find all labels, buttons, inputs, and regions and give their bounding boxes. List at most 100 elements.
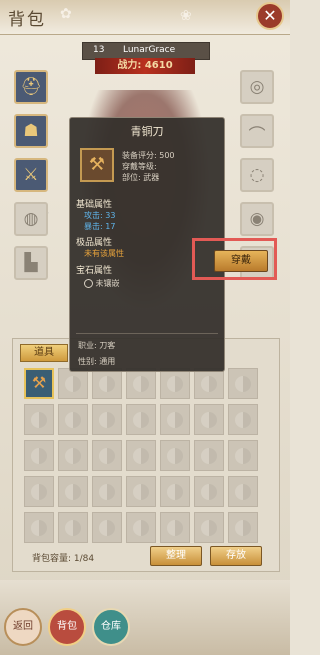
- yin-yang-icon: [65, 412, 81, 428]
- bag-slot-empty[interactable]: [194, 440, 224, 471]
- combat-power: 战力: 4610: [95, 58, 195, 74]
- character-level: 13: [93, 45, 105, 55]
- equip-slot-empty[interactable]: ◍: [14, 202, 48, 236]
- yin-yang-icon: [99, 448, 115, 464]
- tab-items[interactable]: 道具: [20, 344, 68, 362]
- bag-slot-empty[interactable]: [126, 368, 156, 399]
- yin-yang-icon: [201, 376, 217, 392]
- bag-slot-empty[interactable]: [194, 404, 224, 435]
- bag-slot-empty[interactable]: [24, 512, 54, 543]
- bottom-bar: [0, 580, 290, 655]
- gem-socket-icon: [84, 279, 93, 288]
- equip-slot-bracelet[interactable]: ◌: [240, 158, 274, 192]
- yin-yang-icon: [235, 484, 251, 500]
- belt-icon: ◉: [249, 209, 265, 229]
- item-part: 部位: 武器: [122, 173, 160, 182]
- bag-slot-empty[interactable]: [228, 476, 258, 507]
- bag-slot-empty[interactable]: [92, 404, 122, 435]
- bag-capacity: 背包容量: 1/84: [32, 554, 95, 564]
- bag-slot-empty[interactable]: [228, 404, 258, 435]
- bag-slot-empty[interactable]: [24, 440, 54, 471]
- equip-slot-ring[interactable]: ◎: [240, 70, 274, 104]
- premium-none: 未有该属性: [84, 249, 124, 258]
- gem-none: 未镶嵌: [95, 279, 120, 288]
- bag-slot-empty[interactable]: [92, 440, 122, 471]
- bag-slot-empty[interactable]: [160, 476, 190, 507]
- yin-yang-icon: [133, 376, 149, 392]
- gem-slot: 未镶嵌: [84, 278, 120, 289]
- armor-icon: ☗: [23, 121, 39, 141]
- bag-slot-empty[interactable]: [160, 404, 190, 435]
- base-attributes-header: 基础属性: [76, 200, 113, 210]
- bag-slot-empty[interactable]: [58, 476, 88, 507]
- bag-button[interactable]: 背包: [48, 608, 86, 646]
- item-score: 装备评分: 500: [122, 151, 175, 160]
- item-gender: 性别: 通用: [78, 357, 116, 366]
- bag-slot-empty[interactable]: [126, 440, 156, 471]
- yin-yang-icon: [99, 412, 115, 428]
- yin-yang-icon: [65, 376, 81, 392]
- empty-slot-icon: ◍: [23, 209, 39, 229]
- bag-slot-empty[interactable]: [126, 512, 156, 543]
- sort-button[interactable]: 整理: [150, 546, 202, 566]
- yin-yang-icon: [201, 484, 217, 500]
- bag-slot-selected[interactable]: ⚒: [24, 368, 54, 399]
- ring-icon: ◎: [249, 77, 265, 97]
- yin-yang-icon: [133, 448, 149, 464]
- bag-slot-empty[interactable]: [92, 476, 122, 507]
- bracelet-icon: ◌: [249, 165, 265, 185]
- bag-slot-empty[interactable]: [24, 404, 54, 435]
- yin-yang-icon: [235, 520, 251, 536]
- bag-slot-empty[interactable]: [194, 476, 224, 507]
- weapon-icon: ⚔: [23, 165, 39, 185]
- equip-slot-boots[interactable]: ▙: [14, 246, 48, 280]
- bag-slot-empty[interactable]: [58, 440, 88, 471]
- store-button[interactable]: 存放: [210, 546, 262, 566]
- yin-yang-icon: [31, 484, 47, 500]
- bag-slot-empty[interactable]: [228, 368, 258, 399]
- yin-yang-icon: [133, 412, 149, 428]
- yin-yang-icon: [133, 484, 149, 500]
- yin-yang-icon: [235, 448, 251, 464]
- yin-yang-icon: [235, 376, 251, 392]
- equip-slot-belt[interactable]: ◉: [240, 202, 274, 236]
- bag-slot-empty[interactable]: [194, 512, 224, 543]
- bag-slot-empty[interactable]: [160, 512, 190, 543]
- yin-yang-icon: [167, 484, 183, 500]
- bag-slot-empty[interactable]: [160, 440, 190, 471]
- bag-slot-empty[interactable]: [58, 512, 88, 543]
- bag-slot-empty[interactable]: [160, 368, 190, 399]
- boots-icon: ▙: [24, 253, 38, 273]
- back-button[interactable]: 返回: [4, 608, 42, 646]
- bag-slot-empty[interactable]: [58, 368, 88, 399]
- bag-slot-empty[interactable]: [24, 476, 54, 507]
- bag-slot-empty[interactable]: [194, 368, 224, 399]
- bag-slot-empty[interactable]: [92, 368, 122, 399]
- equip-slot-helmet[interactable]: ⛑: [14, 70, 48, 104]
- close-button[interactable]: ✕: [256, 2, 284, 30]
- yin-yang-icon: [31, 448, 47, 464]
- blade-icon: ⚒: [31, 373, 47, 392]
- item-wear-level: 穿戴等级:: [122, 162, 157, 171]
- bag-slot-empty[interactable]: [126, 476, 156, 507]
- bag-slot-empty[interactable]: [228, 512, 258, 543]
- yin-yang-icon: [31, 520, 47, 536]
- equip-slot-armor[interactable]: ☗: [14, 114, 48, 148]
- equip-slot-weapon[interactable]: ⚔: [14, 158, 48, 192]
- warehouse-button[interactable]: 仓库: [92, 608, 130, 646]
- highlight-box: [192, 238, 277, 280]
- bag-slot-empty[interactable]: [58, 404, 88, 435]
- yin-yang-icon: [201, 412, 217, 428]
- equip-slot-necklace[interactable]: ⌒: [240, 114, 274, 148]
- character-name: LunarGrace: [123, 45, 176, 55]
- blade-icon: ⚒: [80, 148, 114, 182]
- crit-value: 暴击: 17: [84, 222, 116, 231]
- yin-yang-icon: [65, 484, 81, 500]
- bag-slot-empty[interactable]: [126, 404, 156, 435]
- bag-slot-empty[interactable]: [92, 512, 122, 543]
- yin-yang-icon: [31, 412, 47, 428]
- yin-yang-icon: [167, 376, 183, 392]
- gem-attributes-header: 宝石属性: [76, 266, 113, 276]
- yin-yang-icon: [235, 412, 251, 428]
- bag-slot-empty[interactable]: [228, 440, 258, 471]
